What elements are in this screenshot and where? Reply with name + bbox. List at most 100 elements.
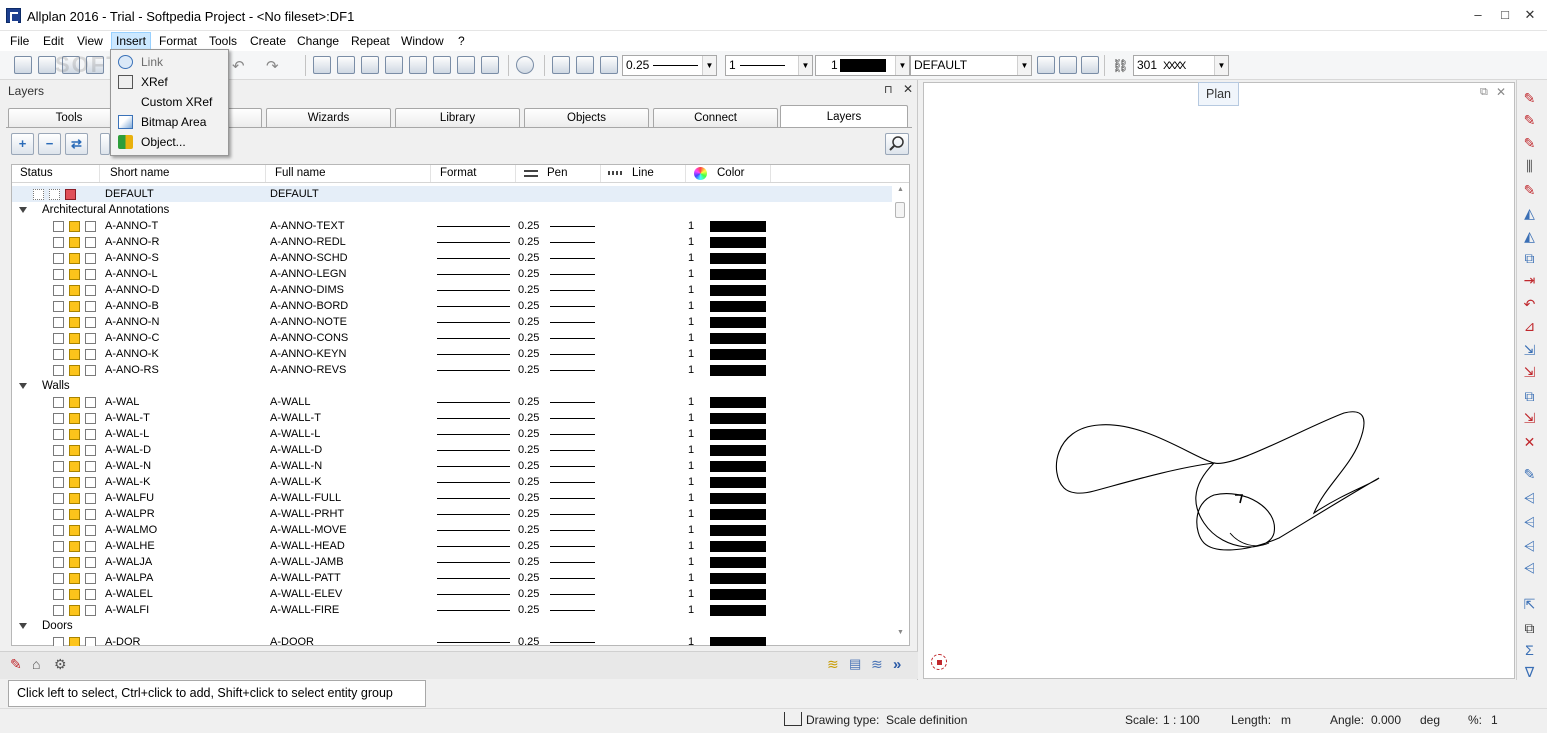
status-checkbox[interactable] (85, 605, 96, 616)
status-checkbox[interactable] (53, 269, 64, 280)
status-checkbox[interactable] (85, 589, 96, 600)
format-brush-icon[interactable] (552, 56, 570, 74)
status-checkbox[interactable] (85, 541, 96, 552)
pattern-combo[interactable]: 301 XXXX ▼ (1133, 55, 1229, 76)
layer-row[interactable]: A-WAL A-WALL 0.25 1 (12, 394, 892, 410)
status-checkbox[interactable] (53, 285, 64, 296)
angle-unit[interactable]: deg (1420, 713, 1440, 727)
layer-row[interactable]: A-ANNO-T A-ANNO-TEXT 0.25 1 (12, 218, 892, 234)
layer-visible-checkbox[interactable] (69, 477, 80, 488)
status-checkbox[interactable] (85, 637, 96, 646)
angle-value[interactable]: 0.000 (1371, 713, 1401, 727)
pin-icon[interactable]: ⊓ (884, 83, 893, 96)
menu-create[interactable]: Create (246, 32, 290, 50)
scale-value[interactable]: 1 : 100 (1163, 713, 1200, 727)
tool-22-icon[interactable]: ⇱ (1520, 596, 1539, 614)
tab-objects[interactable]: Objects (524, 108, 649, 127)
status-checkbox[interactable] (85, 349, 96, 360)
layer-visible-checkbox[interactable] (69, 541, 80, 552)
menu-format[interactable]: Format (155, 32, 201, 50)
tool-21-icon[interactable]: ⩤ (1520, 560, 1539, 578)
tool-8-icon[interactable]: ⧉ (1520, 250, 1539, 268)
status-checkbox[interactable] (85, 525, 96, 536)
layer-visible-checkbox[interactable] (69, 301, 80, 312)
active-layer-indicator[interactable] (65, 189, 76, 200)
tool-19-icon[interactable]: ⩤ (1520, 514, 1539, 532)
col-status[interactable]: Status (12, 165, 100, 182)
menu-item-bitmap-area[interactable]: Bitmap Area (112, 112, 227, 132)
layer-group[interactable]: Walls (12, 378, 612, 394)
status-checkbox[interactable] (85, 317, 96, 328)
status-checkbox[interactable] (53, 509, 64, 520)
layer-combo[interactable]: DEFAULT ▼ (910, 55, 1032, 76)
layer-settings-icon[interactable] (1081, 56, 1099, 74)
layer-row[interactable]: A-WAL-L A-WALL-L 0.25 1 (12, 426, 892, 442)
collapse-icon[interactable] (19, 623, 27, 629)
view-icon[interactable] (409, 56, 427, 74)
length-value[interactable]: m (1281, 713, 1291, 727)
tool-5-icon[interactable]: ✎ (1520, 182, 1539, 200)
status-checkbox[interactable] (85, 477, 96, 488)
status-checkbox[interactable] (85, 573, 96, 584)
layer-visible-checkbox[interactable] (69, 413, 80, 424)
remove-layer-icon[interactable]: − (38, 133, 61, 155)
plan-viewport[interactable] (923, 82, 1515, 679)
close-view-icon[interactable]: ✕ (1496, 85, 1506, 99)
default-layer-row[interactable]: DEFAULT DEFAULT (12, 186, 892, 202)
status-checkbox[interactable] (85, 301, 96, 312)
pen-combo[interactable]: 0.25 ▼ (622, 55, 717, 76)
layer-visible-checkbox[interactable] (69, 557, 80, 568)
tool-6-icon[interactable]: ◭ (1520, 205, 1539, 223)
tool-20-icon[interactable]: ⩤ (1520, 538, 1539, 556)
tool-11-icon[interactable]: ⊿ (1520, 318, 1539, 336)
eyedropper-icon[interactable] (600, 56, 618, 74)
expand-icon[interactable]: » (893, 656, 911, 673)
menu-item-link[interactable]: Link (112, 52, 227, 72)
tool-14-icon[interactable]: ⧉ (1520, 388, 1539, 406)
tool-4-icon[interactable]: ⫼ (1520, 158, 1539, 176)
drawing-type-value[interactable]: Scale definition (886, 713, 967, 727)
settings-folder-icon[interactable]: ⚙ (54, 656, 72, 673)
layer-group[interactable]: Doors (12, 618, 612, 634)
status-checkbox[interactable] (53, 253, 64, 264)
layer-row[interactable]: A-WAL-T A-WALL-T 0.25 1 (12, 410, 892, 426)
status-checkbox[interactable] (53, 493, 64, 504)
layer-visible-checkbox[interactable] (69, 269, 80, 280)
menu-item-object[interactable]: Object... (112, 132, 227, 152)
layer-row[interactable]: A-WAL-D A-WALL-D 0.25 1 (12, 442, 892, 458)
chain-icon[interactable]: ⛓ (1112, 58, 1129, 74)
percent-value[interactable]: 1 (1491, 713, 1498, 727)
layer-visible-checkbox[interactable] (69, 253, 80, 264)
layer-visible-checkbox[interactable] (69, 637, 80, 646)
status-checkbox[interactable] (53, 557, 64, 568)
status-checkbox[interactable] (53, 589, 64, 600)
vertical-scrollbar[interactable]: ▲ ▼ (893, 184, 908, 644)
col-short-name[interactable]: Short name (101, 165, 266, 182)
layer-visible-checkbox[interactable] (69, 461, 80, 472)
close-button[interactable]: ✕ (1520, 6, 1540, 24)
status-checkbox[interactable] (85, 333, 96, 344)
status-checkbox[interactable] (85, 253, 96, 264)
layer-row[interactable]: A-WALHE A-WALL-HEAD 0.25 1 (12, 538, 892, 554)
layer-visible-checkbox[interactable] (69, 573, 80, 584)
layer-visible-checkbox[interactable] (69, 333, 80, 344)
3d-box-icon[interactable] (481, 56, 499, 74)
status-checkbox[interactable] (53, 221, 64, 232)
status-checkbox[interactable] (53, 397, 64, 408)
menu-edit[interactable]: Edit (39, 32, 68, 50)
scroll-thumb[interactable] (895, 202, 905, 218)
layer-stack-yellow-icon[interactable]: ≋ (827, 656, 845, 673)
layer-row[interactable]: A-ANNO-K A-ANNO-KEYN 0.25 1 (12, 346, 892, 362)
status-checkbox[interactable] (53, 525, 64, 536)
tab-wizards[interactable]: Wizards (266, 108, 391, 127)
layer-row[interactable]: A-DOR A-DOOR 0.25 1 (12, 634, 892, 646)
color-combo[interactable]: 1 ▼ (815, 55, 910, 76)
layer-visible-checkbox[interactable] (69, 493, 80, 504)
status-checkbox[interactable] (53, 573, 64, 584)
menu-insert[interactable]: Insert (111, 32, 152, 50)
layer-stack-icon[interactable] (1059, 56, 1077, 74)
menu-window[interactable]: Window (397, 32, 448, 50)
status-checkbox[interactable] (85, 461, 96, 472)
restore-view-icon[interactable]: ⧉ (1480, 86, 1488, 99)
layer-visible-checkbox[interactable] (69, 509, 80, 520)
